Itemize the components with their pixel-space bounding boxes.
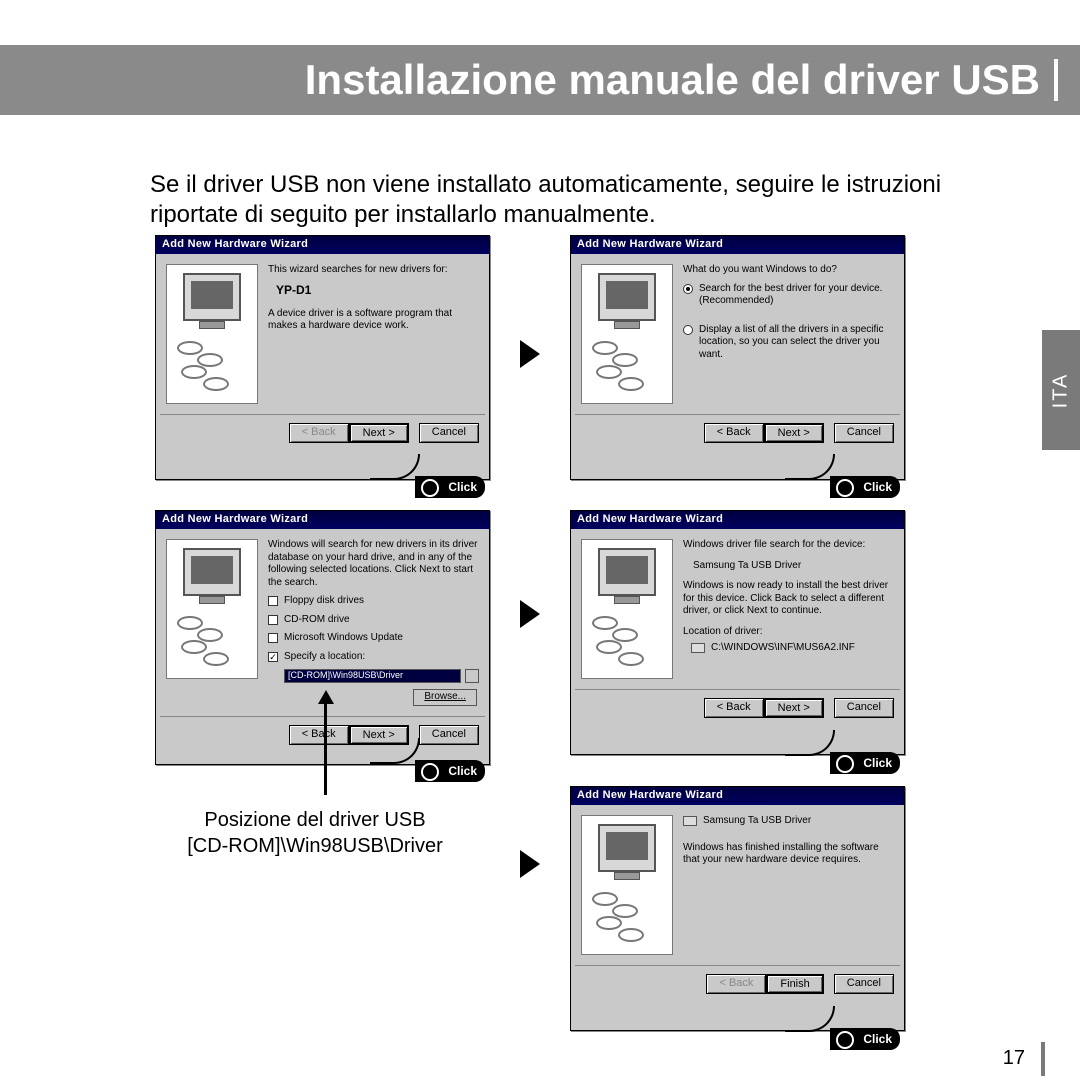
device-name: YP-D1 (276, 283, 479, 298)
wizard-button-row: < Back Finish Cancel (571, 966, 904, 1004)
wizard-button-row: < Back Next > Cancel (571, 690, 904, 728)
wizard-step-5: Add New Hardware Wizard Samsung Ta USB D… (570, 786, 905, 1031)
next-button[interactable]: Next > (764, 698, 824, 718)
wizard-illustration (581, 264, 673, 404)
wizard-button-row: < Back Next > Cancel (156, 717, 489, 755)
wizard-text: Windows is now ready to install the best… (683, 580, 894, 618)
arrow-right-icon (520, 600, 540, 628)
radio-icon (683, 325, 693, 335)
wizard-button-row: < Back Next > Cancel (156, 415, 489, 453)
wizard-titlebar: Add New Hardware Wizard (156, 511, 489, 529)
wizard-text: What do you want Windows to do? (683, 264, 894, 277)
intro-text: Se il driver USB non viene installato au… (150, 170, 1000, 230)
wizard-text: A device driver is a software program th… (268, 308, 479, 333)
wizard-button-row: < Back Next > Cancel (571, 415, 904, 453)
arrow-right-icon (520, 850, 540, 878)
callout-line1: Posizione del driver USB (166, 807, 464, 833)
cancel-button[interactable]: Cancel (419, 725, 479, 745)
browse-button[interactable]: Browse... (413, 689, 477, 706)
arrow-right-icon (520, 340, 540, 368)
device-name: Samsung Ta USB Driver (683, 815, 894, 828)
callout-box: Posizione del driver USB [CD-ROM]\Win98U… (150, 795, 480, 871)
language-tab: ITA (1042, 330, 1080, 450)
option-label: CD-ROM drive (284, 614, 350, 627)
cancel-button[interactable]: Cancel (419, 423, 479, 443)
location-input[interactable]: [CD-ROM]\Win98USB\Driver (284, 669, 461, 683)
wizard-text: Windows driver file search for the devic… (683, 539, 894, 552)
wizard-illustration (581, 539, 673, 679)
wizard-text: This wizard searches for new drivers for… (268, 264, 479, 277)
option-label: Floppy disk drives (284, 595, 364, 608)
back-button[interactable]: < Back (704, 698, 764, 718)
cancel-button[interactable]: Cancel (834, 974, 894, 994)
checkbox-option[interactable]: CD-ROM drive (268, 614, 479, 627)
page-tick (1041, 1042, 1045, 1076)
language-tab-label: ITA (1049, 372, 1072, 408)
checkbox-icon (268, 596, 278, 606)
cancel-button[interactable]: Cancel (834, 698, 894, 718)
header-divider (1054, 59, 1058, 101)
radio-icon (683, 284, 693, 294)
wizard-step-3: Add New Hardware Wizard Windows will sea… (155, 510, 490, 765)
option-label: Search for the best driver for your devi… (699, 283, 894, 308)
wizard-illustration (166, 264, 258, 404)
back-button[interactable]: < Back (706, 974, 766, 994)
wizard-illustration (581, 815, 673, 955)
callout-line (324, 700, 327, 795)
wizard-titlebar: Add New Hardware Wizard (156, 236, 489, 254)
click-badge: Click (830, 752, 900, 774)
finish-button[interactable]: Finish (766, 974, 823, 994)
back-button[interactable]: < Back (704, 423, 764, 443)
radio-option[interactable]: Display a list of all the drivers in a s… (683, 324, 894, 362)
click-badge: Click (415, 760, 485, 782)
callout-line2: [CD-ROM]\Win98USB\Driver (166, 833, 464, 859)
wizard-titlebar: Add New Hardware Wizard (571, 236, 904, 254)
wizard-illustration (166, 539, 258, 679)
option-label: Display a list of all the drivers in a s… (699, 324, 894, 362)
wizard-step-4: Add New Hardware Wizard Windows driver f… (570, 510, 905, 755)
option-label: Microsoft Windows Update (284, 632, 403, 645)
wizard-text: Windows will search for new drivers in i… (268, 539, 479, 589)
next-button[interactable]: Next > (349, 423, 409, 443)
page-number: 17 (1003, 1047, 1025, 1070)
checkbox-option[interactable]: Specify a location: (268, 651, 479, 664)
file-icon (683, 816, 697, 826)
wizard-step-1: Add New Hardware Wizard This wizard sear… (155, 235, 490, 480)
cancel-button[interactable]: Cancel (834, 423, 894, 443)
option-label: Specify a location: (284, 651, 365, 664)
click-badge: Click (830, 1028, 900, 1050)
checkbox-icon (268, 633, 278, 643)
wizard-step-2: Add New Hardware Wizard What do you want… (570, 235, 905, 480)
click-badge: Click (830, 476, 900, 498)
next-button[interactable]: Next > (764, 423, 824, 443)
checkbox-option[interactable]: Floppy disk drives (268, 595, 479, 608)
dropdown-icon[interactable] (465, 669, 479, 683)
radio-option[interactable]: Search for the best driver for your devi… (683, 283, 894, 308)
location-path: C:\WINDOWS\INF\MUS6A2.INF (691, 642, 894, 655)
location-label: Location of driver: (683, 626, 894, 639)
wizard-titlebar: Add New Hardware Wizard (571, 787, 904, 805)
wizard-text: Windows has finished installing the soft… (683, 842, 894, 867)
back-button[interactable]: < Back (289, 725, 349, 745)
back-button[interactable]: < Back (289, 423, 349, 443)
file-icon (691, 643, 705, 653)
device-name: Samsung Ta USB Driver (693, 560, 894, 573)
click-badge: Click (415, 476, 485, 498)
checkbox-option[interactable]: Microsoft Windows Update (268, 632, 479, 645)
wizard-titlebar: Add New Hardware Wizard (571, 511, 904, 529)
checkbox-icon (268, 615, 278, 625)
page-title: Installazione manuale del driver USB (305, 56, 1040, 104)
page-header: Installazione manuale del driver USB (0, 45, 1080, 115)
checkbox-icon (268, 652, 278, 662)
